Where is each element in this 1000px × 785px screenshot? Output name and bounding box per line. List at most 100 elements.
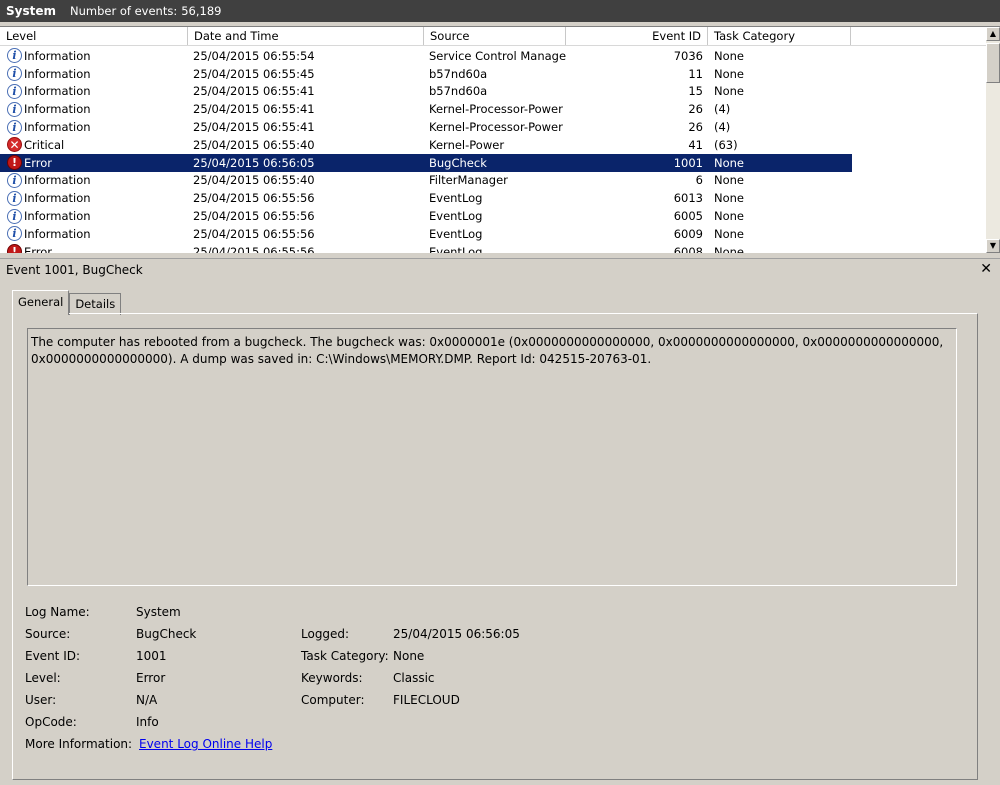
- table-row[interactable]: i Information 25/04/2015 06:55:40 FilterMan…: [0, 172, 986, 190]
- error-icon: !: [7, 155, 22, 171]
- cell-level: ! Error: [0, 243, 188, 253]
- column-header-source[interactable]: Source: [424, 27, 566, 45]
- info-icon: i: [7, 226, 22, 242]
- cell-event-id: 6009: [673, 226, 703, 241]
- table-row[interactable]: i Information 25/04/2015 06:55:41 b57nd60a 1…: [0, 83, 986, 101]
- value-user: N/A: [136, 693, 158, 707]
- cell-task-category: None: [714, 84, 745, 99]
- table-row[interactable]: ✕ Critical 25/04/2015 06:55:40 Kernel-Power…: [0, 136, 986, 154]
- level-text: Critical: [24, 137, 65, 152]
- table-row[interactable]: i Information 25/04/2015 06:55:54 Service C…: [0, 47, 986, 65]
- label-log-name: Log Name:: [25, 605, 90, 619]
- value-opcode: Info: [136, 715, 159, 729]
- scroll-up-arrow-icon[interactable]: ▲: [986, 27, 1000, 41]
- info-icon: i: [7, 101, 22, 117]
- cell-event-id: 6005: [673, 209, 703, 224]
- label-level: Level:: [25, 671, 61, 685]
- label-source: Source:: [25, 627, 71, 641]
- level-text: Error: [24, 155, 53, 170]
- cell-event-id: 11: [688, 66, 703, 81]
- info-icon: i: [7, 190, 22, 206]
- value-keywords: Classic: [393, 671, 435, 685]
- column-headers: Level Date and Time Source Event ID Task…: [0, 27, 986, 46]
- event-count-label: Number of events:: [70, 4, 178, 18]
- cell-task-category: (4): [714, 120, 731, 135]
- label-keywords: Keywords:: [301, 671, 363, 685]
- cell-date: 25/04/2015 06:56:05: [193, 155, 315, 170]
- close-icon[interactable]: ✕: [980, 261, 992, 277]
- cell-level: ! Error: [0, 154, 188, 172]
- label-user: User:: [25, 693, 57, 707]
- event-message[interactable]: The computer has rebooted from a bugchec…: [27, 328, 957, 586]
- level-text: Information: [24, 102, 91, 117]
- cell-task-category: None: [714, 191, 745, 206]
- cell-task-category: None: [714, 173, 745, 188]
- cell-source: EventLog: [429, 191, 483, 206]
- table-row[interactable]: i Information 25/04/2015 06:55:56 EventLog 6…: [0, 207, 986, 225]
- column-header-level[interactable]: Level: [0, 27, 188, 45]
- value-logged: 25/04/2015 06:56:05: [393, 627, 520, 641]
- cell-date: 25/04/2015 06:55:45: [193, 66, 315, 81]
- table-row[interactable]: i Information 25/04/2015 06:55:56 EventLog 6…: [0, 225, 986, 243]
- level-text: Information: [24, 173, 91, 188]
- cell-date: 25/04/2015 06:55:41: [193, 102, 315, 117]
- tab-general[interactable]: General: [12, 290, 70, 315]
- cell-date: 25/04/2015 06:55:41: [193, 120, 315, 135]
- cell-event-id: 6: [695, 173, 703, 188]
- cell-source: b57nd60a: [429, 84, 488, 99]
- tab-details[interactable]: Details: [69, 293, 122, 315]
- event-log-online-help-link[interactable]: Event Log Online Help: [139, 737, 272, 751]
- cell-level: ✕ Critical: [0, 136, 188, 154]
- cell-date: 25/04/2015 06:55:41: [193, 84, 315, 99]
- log-header: System Number of events: 56,189: [0, 0, 1000, 22]
- column-header-task-category[interactable]: Task Category: [708, 27, 851, 45]
- cell-task-category: None: [714, 155, 745, 170]
- event-list[interactable]: Level Date and Time Source Event ID Task…: [0, 26, 1000, 253]
- cell-level: i Information: [0, 225, 188, 243]
- cell-event-id: 26: [688, 120, 703, 135]
- cell-task-category: None: [714, 244, 745, 253]
- value-log-name: System: [136, 605, 181, 619]
- value-task-category: None: [393, 649, 425, 663]
- cell-date: 25/04/2015 06:55:56: [193, 244, 315, 253]
- event-rows: i Information 25/04/2015 06:55:54 Service C…: [0, 47, 986, 253]
- cell-source: b57nd60a: [429, 66, 488, 81]
- scroll-thumb[interactable]: [986, 43, 1000, 83]
- table-row[interactable]: ! Error 25/04/2015 06:56:05 BugCheck 1001 Non…: [0, 153, 852, 172]
- info-icon: i: [7, 119, 22, 135]
- critical-icon: ✕: [7, 137, 22, 153]
- cell-task-category: None: [714, 209, 745, 224]
- cell-date: 25/04/2015 06:55:56: [193, 226, 315, 241]
- cell-date: 25/04/2015 06:55:40: [193, 137, 315, 152]
- level-text: Information: [24, 209, 91, 224]
- label-logged: Logged:: [301, 627, 350, 641]
- table-row[interactable]: i Information 25/04/2015 06:55:45 b57nd60a 1…: [0, 65, 986, 83]
- info-icon: i: [7, 66, 22, 82]
- cell-date: 25/04/2015 06:55:54: [193, 48, 315, 63]
- value-level: Error: [136, 671, 166, 685]
- cell-source: Kernel-Processor-Power: [429, 102, 563, 117]
- label-more-information: More Information:: [25, 737, 133, 751]
- scroll-down-arrow-icon[interactable]: ▼: [986, 239, 1000, 253]
- table-row[interactable]: i Information 25/04/2015 06:55:41 Kernel-Pr…: [0, 118, 986, 136]
- cell-level: i Information: [0, 118, 188, 136]
- column-header-date[interactable]: Date and Time: [188, 27, 424, 45]
- cell-source: EventLog: [429, 226, 483, 241]
- table-row[interactable]: ! Error 25/04/2015 06:55:56 EventLog 6008 Non…: [0, 243, 986, 253]
- level-text: Error: [24, 244, 53, 253]
- cell-source: EventLog: [429, 244, 483, 253]
- value-source: BugCheck: [136, 627, 197, 641]
- general-panel: The computer has rebooted from a bugchec…: [12, 313, 978, 780]
- level-text: Information: [24, 120, 91, 135]
- cell-date: 25/04/2015 06:55:40: [193, 173, 315, 188]
- vertical-scrollbar[interactable]: ▲ ▼: [986, 27, 1000, 253]
- cell-source: EventLog: [429, 209, 483, 224]
- table-row[interactable]: i Information 25/04/2015 06:55:56 EventLog 6…: [0, 189, 986, 207]
- column-header-event-id[interactable]: Event ID: [566, 27, 708, 45]
- cell-level: i Information: [0, 172, 188, 190]
- cell-level: i Information: [0, 65, 188, 83]
- cell-source: Service Control Manager: [429, 48, 566, 63]
- label-task-category: Task Category:: [301, 649, 389, 663]
- info-icon: i: [7, 172, 22, 188]
- table-row[interactable]: i Information 25/04/2015 06:55:41 Kernel-Pr…: [0, 100, 986, 118]
